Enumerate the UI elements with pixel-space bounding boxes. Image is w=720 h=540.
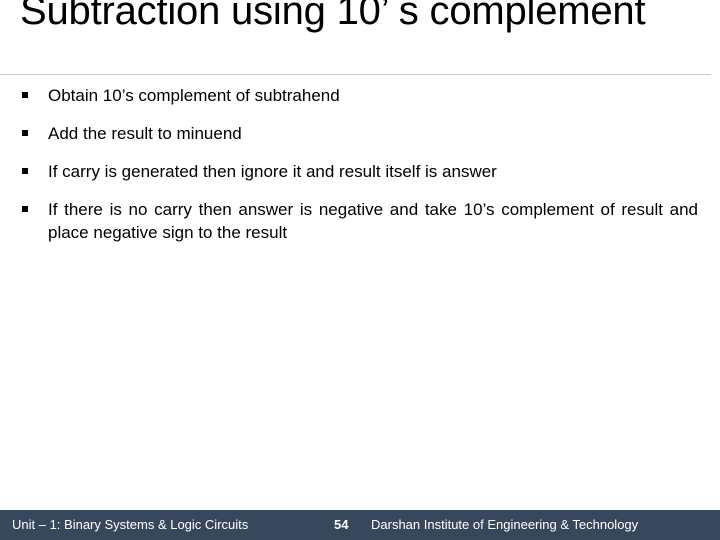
square-bullet-icon — [22, 92, 28, 98]
list-item-label: Add the result to minuend — [48, 124, 242, 143]
list-item: Add the result to minuend — [20, 122, 698, 145]
bullet-list: Obtain 10’s complement of subtrahend Add… — [20, 84, 698, 244]
square-bullet-icon — [22, 168, 28, 174]
list-item: Obtain 10’s complement of subtrahend — [20, 84, 698, 107]
list-item: If there is no carry then answer is nega… — [20, 198, 698, 244]
square-bullet-icon — [22, 206, 28, 212]
slide-title-block: Subtraction using 10’ s complement — [20, 0, 706, 84]
slide-footer: Unit – 1: Binary Systems & Logic Circuit… — [0, 510, 720, 540]
list-item-label: If carry is generated then ignore it and… — [48, 162, 497, 181]
list-item-label: Obtain 10’s complement of subtrahend — [48, 86, 340, 105]
slide-canvas: Subtraction using 10’ s complement Obtai… — [0, 0, 720, 540]
page-title: Subtraction using 10’ s complement — [20, 0, 646, 33]
list-item-label: If there is no carry then answer is nega… — [48, 200, 698, 242]
square-bullet-icon — [22, 130, 28, 136]
footer-institute-label: Darshan Institute of Engineering & Techn… — [371, 517, 639, 532]
footer-page-number: 54 — [334, 517, 349, 532]
list-item: If carry is generated then ignore it and… — [20, 160, 698, 183]
title-divider — [0, 74, 711, 75]
footer-unit-label: Unit – 1: Binary Systems & Logic Circuit… — [12, 517, 249, 532]
